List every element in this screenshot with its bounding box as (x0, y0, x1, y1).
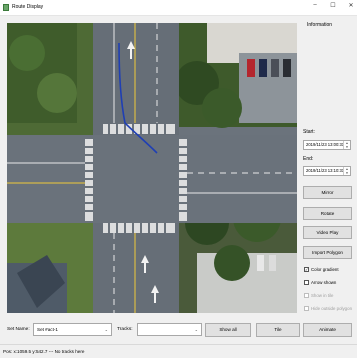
start-datetime-value: 2019/11/23 13:00:31 (306, 142, 345, 147)
minimize-icon[interactable]: – (311, 2, 319, 9)
start-label: Start: (303, 129, 315, 135)
show-in-tile-label: Show in tile (311, 293, 334, 298)
start-datetime-field[interactable]: 2019/11/23 13:00:31 ▲ ▼ (303, 140, 351, 150)
hide-outside-polygon-label: Hide outside polygon (311, 306, 353, 311)
window-title: Route Display (12, 4, 44, 10)
app-icon (3, 4, 9, 11)
show-all-button[interactable]: Show all (205, 323, 251, 337)
maximize-icon[interactable]: ☐ (329, 2, 337, 9)
mirror-button[interactable]: Mirror (303, 186, 352, 199)
set-name-label: Set Name: (7, 327, 30, 332)
chevron-down-icon: ⌄ (194, 327, 198, 332)
status-bar: Pos: x:1059.5 y:542.7 --- No tracks here (0, 344, 357, 358)
tracks-label: Tracks: (117, 327, 133, 332)
video-play-button[interactable]: Video Play (303, 226, 352, 239)
end-label: End: (303, 156, 314, 162)
aerial-map-image (7, 23, 297, 313)
end-datetime-field[interactable]: 2019/11/23 13:10:31 ▲ ▼ (303, 166, 351, 176)
title-bar: Route Display – ☐ ✕ (0, 0, 357, 16)
checkbox-icon (304, 306, 309, 311)
start-spinner[interactable]: ▲ ▼ (343, 141, 350, 149)
end-spinner[interactable]: ▲ ▼ (343, 167, 350, 175)
tracks-dropdown[interactable]: ⌄ (137, 323, 202, 336)
hide-outside-polygon-checkbox: Hide outside polygon (304, 306, 352, 311)
status-text: Pos: x:1059.5 y:542.7 --- No tracks here (3, 349, 85, 354)
close-icon[interactable]: ✕ (347, 2, 355, 9)
information-label: Information (307, 22, 333, 28)
arrow-shown-label: Arrow shown (311, 280, 337, 285)
rotate-button[interactable]: Rotate (303, 207, 352, 220)
checkbox-checked-icon: ✓ (304, 267, 309, 272)
checkbox-icon (304, 280, 309, 285)
set-name-dropdown[interactable]: Set #act-1 ⌄ (33, 323, 112, 336)
animate-button[interactable]: Animate (303, 323, 352, 337)
arrow-shown-checkbox[interactable]: Arrow shown (304, 280, 336, 285)
end-datetime-value: 2019/11/23 13:10:31 (306, 168, 345, 173)
show-in-tile-checkbox: Show in tile (304, 293, 333, 298)
map-view[interactable] (7, 23, 297, 313)
checkbox-icon (304, 293, 309, 298)
chevron-down-icon: ⌄ (104, 327, 108, 332)
set-name-value: Set #act-1 (37, 327, 58, 332)
color-gradient-label: Color gradient (311, 267, 339, 272)
color-gradient-checkbox[interactable]: ✓ Color gradient (304, 267, 339, 272)
window-controls: – ☐ ✕ (311, 2, 355, 9)
tile-button[interactable]: Tile (256, 323, 300, 337)
import-polygon-button[interactable]: Import Polygon (303, 246, 352, 259)
